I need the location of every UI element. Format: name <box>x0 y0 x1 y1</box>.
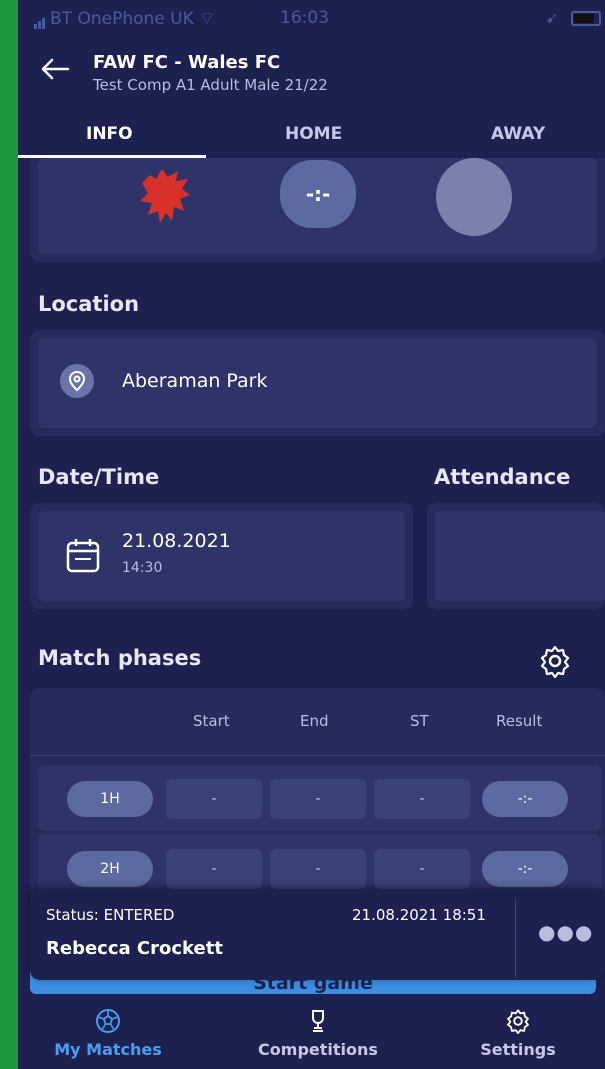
divider <box>515 898 516 978</box>
nav-competitions[interactable]: Competitions <box>228 994 408 1059</box>
phase-1h-start[interactable]: - <box>166 779 262 819</box>
phase-1h-st[interactable]: - <box>374 779 470 819</box>
location-card <box>30 330 605 436</box>
home-team-crest-icon[interactable] <box>136 165 196 231</box>
wifi-icon: ⌔ <box>199 9 216 29</box>
status-bar: BT OnePhone UK ⌔ 16:03 ➹ <box>18 0 605 40</box>
phase-1h-result[interactable]: -:- <box>482 781 568 817</box>
phase-2h-start[interactable]: - <box>166 849 262 889</box>
column-start: Start <box>193 712 230 730</box>
tab-bar: INFO HOME AWAY <box>18 118 605 158</box>
tab-info[interactable]: INFO <box>86 124 133 144</box>
location-value: Aberaman Park <box>122 370 268 392</box>
competition-subtitle: Test Comp A1 Adult Male 21/22 <box>93 76 328 94</box>
match-status: Status: ENTERED <box>46 906 175 924</box>
phase-1h-label[interactable]: 1H <box>67 781 153 817</box>
tab-home[interactable]: HOME <box>285 124 342 144</box>
phase-2h-end[interactable]: - <box>270 849 366 889</box>
bottom-navigation: My Matches Competitions Settings <box>18 994 605 1069</box>
back-arrow-icon[interactable] <box>40 54 70 89</box>
map-pin-icon <box>60 364 94 398</box>
status-datetime: 21.08.2021 18:51 <box>352 906 486 924</box>
status-icons: ➹ <box>546 9 601 27</box>
football-icon <box>96 1009 120 1033</box>
status-user: Rebecca Crockett <box>46 938 223 959</box>
match-header: FAW FC - Wales FC Test Comp A1 Adult Mal… <box>18 40 605 158</box>
signal-icon <box>34 9 46 29</box>
match-time: 14:30 <box>122 560 163 576</box>
match-date: 21.08.2021 <box>122 530 231 552</box>
carrier: BT OnePhone UK ⌔ <box>34 8 215 29</box>
nav-my-matches[interactable]: My Matches <box>18 994 198 1059</box>
attendance-field[interactable] <box>435 511 605 601</box>
more-options-icon[interactable]: ●●● <box>538 920 593 944</box>
match-phases-heading: Match phases <box>38 646 202 670</box>
tab-away[interactable]: AWAY <box>491 124 545 144</box>
calendar-icon <box>66 537 100 577</box>
datetime-heading: Date/Time <box>38 465 160 489</box>
attendance-card <box>427 503 605 609</box>
carrier-label: BT OnePhone UK <box>50 9 194 29</box>
match-title: FAW FC - Wales FC <box>93 52 281 73</box>
attendance-heading: Attendance <box>434 465 571 489</box>
phase-2h-st[interactable]: - <box>374 849 470 889</box>
nav-settings[interactable]: Settings <box>428 994 605 1059</box>
column-result: Result <box>496 712 543 730</box>
trophy-icon <box>312 1010 324 1032</box>
nav-label: Competitions <box>258 1040 378 1059</box>
table-divider <box>30 755 605 756</box>
away-team-crest[interactable] <box>436 158 512 236</box>
clock: 16:03 <box>280 8 329 28</box>
score-display: -:- <box>280 160 356 228</box>
column-end: End <box>300 712 329 730</box>
nav-label: My Matches <box>54 1040 162 1059</box>
app-screen: BT OnePhone UK ⌔ 16:03 ➹ FAW FC - Wales … <box>18 0 605 1069</box>
location-arrow-icon: ➹ <box>545 9 559 27</box>
column-st: ST <box>410 712 429 730</box>
location-heading: Location <box>38 292 140 316</box>
status-card: Status: ENTERED 21.08.2021 18:51 Rebecca… <box>30 890 605 980</box>
nav-label: Settings <box>480 1040 556 1059</box>
gear-icon <box>507 1009 529 1034</box>
phases-settings-gear-icon[interactable] <box>538 644 572 682</box>
phase-1h-end[interactable]: - <box>270 779 366 819</box>
phase-2h-label[interactable]: 2H <box>67 851 153 887</box>
battery-icon <box>571 11 601 26</box>
phase-2h-result[interactable]: -:- <box>482 851 568 887</box>
table-row: 1H - - - -:- <box>34 765 601 831</box>
